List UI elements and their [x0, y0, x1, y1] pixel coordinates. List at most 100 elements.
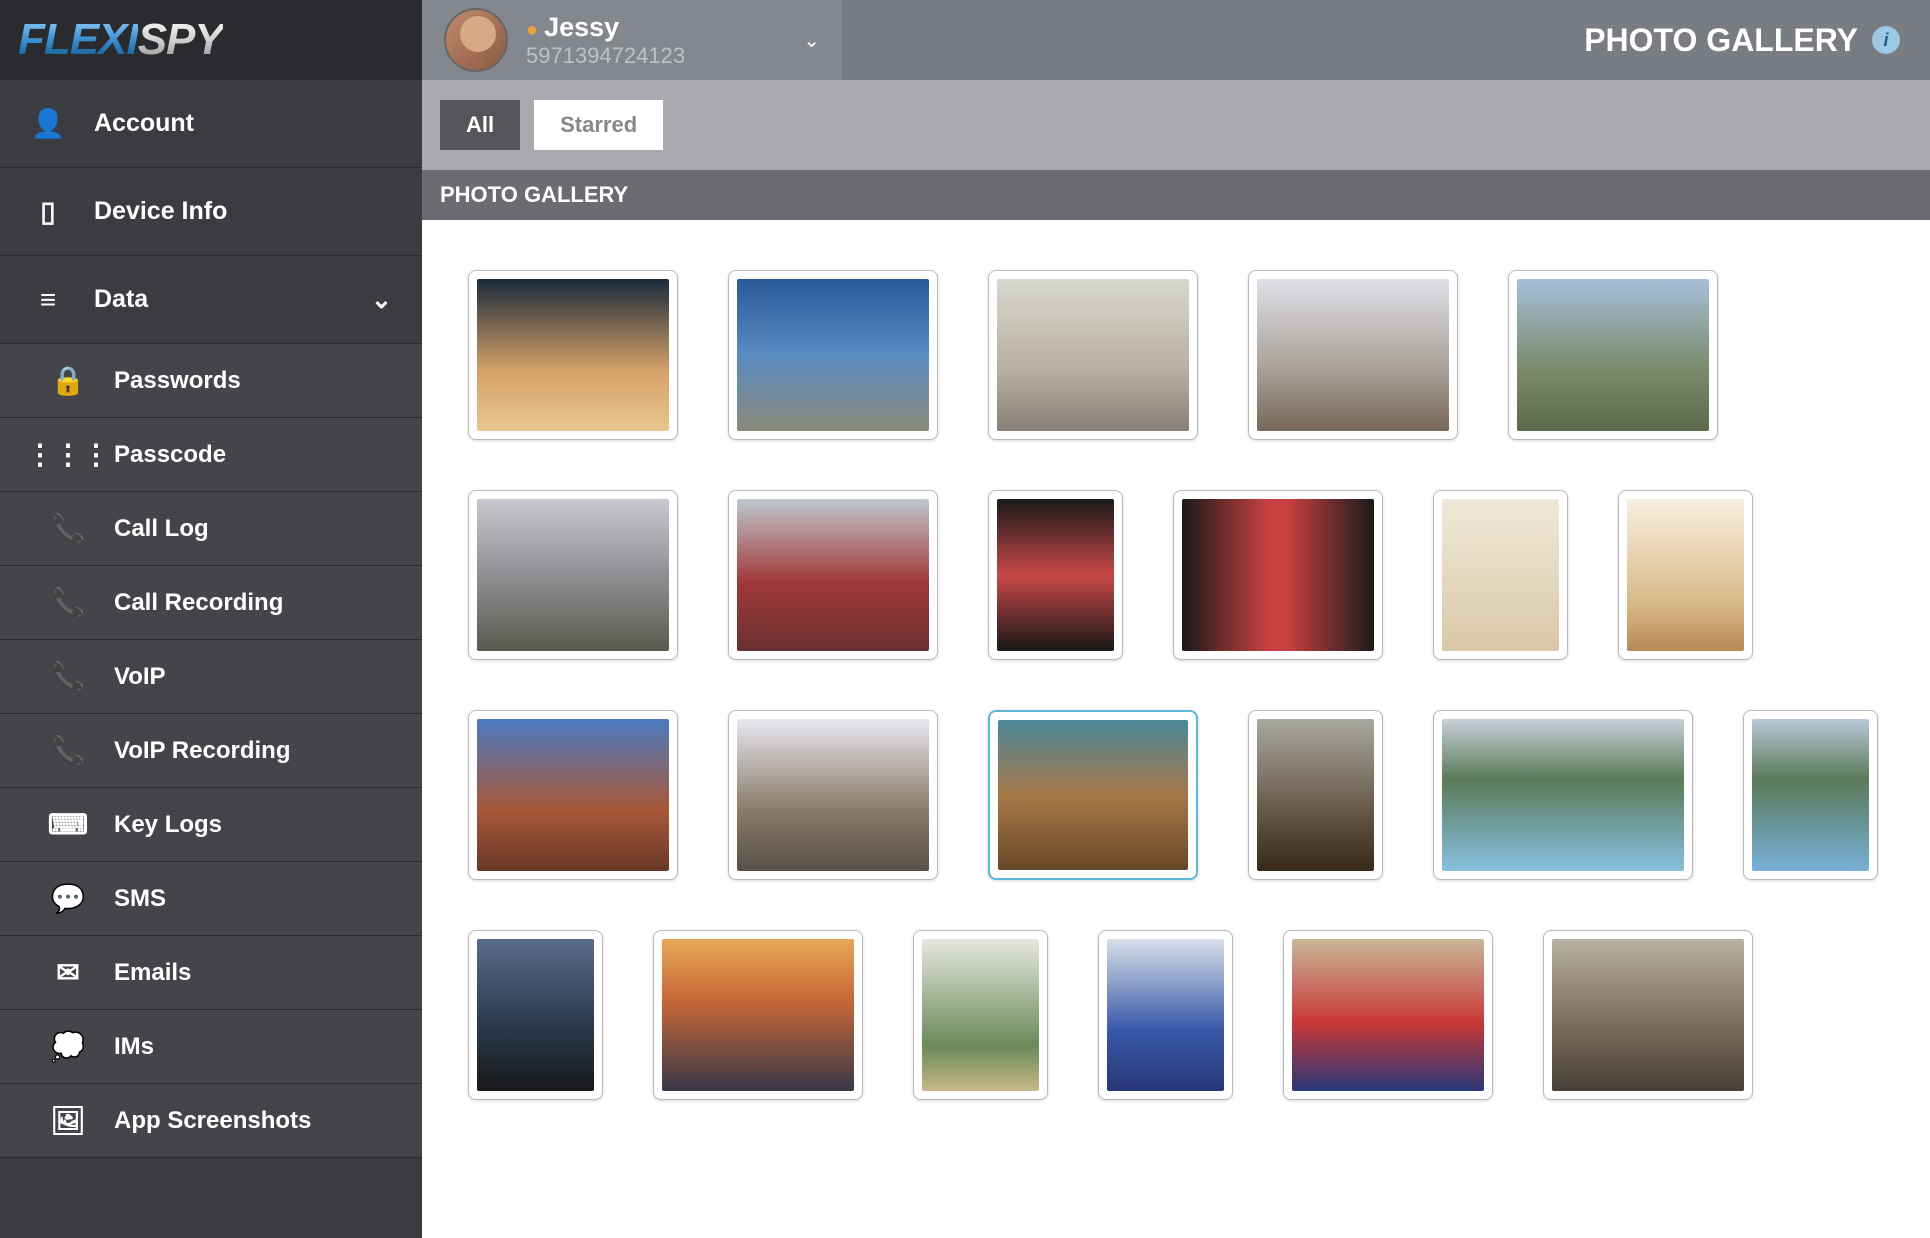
photo-thumb[interactable] — [468, 930, 603, 1100]
chevron-down-icon: ⌄ — [371, 285, 392, 315]
nav-label: Device Info — [94, 197, 227, 226]
photo-thumb[interactable] — [1098, 930, 1233, 1100]
photo-thumb[interactable] — [1248, 270, 1458, 440]
nav-sub-sms[interactable]: 💬SMS — [0, 862, 422, 936]
page-title: PHOTO GALLERY i — [1584, 22, 1930, 59]
logo[interactable]: FLEXISPY — [0, 0, 422, 80]
nav-sub-passwords[interactable]: 🔒 Passwords — [0, 344, 422, 418]
photo-thumb[interactable] — [653, 930, 863, 1100]
grid-icon: ⋮⋮⋮ — [50, 438, 86, 471]
photo-thumb[interactable] — [728, 710, 938, 880]
photo-thumb[interactable] — [913, 930, 1048, 1100]
user-icon: 👤 — [30, 107, 66, 140]
nav-sub-voip[interactable]: 📞VoIP — [0, 640, 422, 714]
im-icon: 💭 — [50, 1030, 86, 1063]
photo-image — [922, 939, 1039, 1091]
photo-thumb[interactable] — [988, 270, 1198, 440]
photo-thumb[interactable] — [468, 710, 678, 880]
logo-text-spy: SPY — [138, 15, 223, 65]
nav-sub-key-logs[interactable]: ⌨Key Logs — [0, 788, 422, 862]
photo-image — [1442, 499, 1559, 651]
photo-thumb[interactable] — [1433, 710, 1693, 880]
photo-image — [1292, 939, 1484, 1091]
photo-image — [1627, 499, 1744, 651]
status-dot-icon: ● — [526, 19, 538, 41]
photo-thumb[interactable] — [988, 490, 1123, 660]
user-switcher[interactable]: ●Jessy 5971394724123 ⌄ — [422, 0, 842, 80]
photo-image — [477, 719, 669, 871]
email-icon: ✉ — [50, 956, 86, 989]
screenshot-icon: 🖼 — [50, 1104, 86, 1137]
photo-image — [477, 499, 669, 651]
device-icon: ▯ — [30, 195, 66, 228]
nav-label: Data — [94, 285, 148, 314]
photo-thumb[interactable] — [728, 490, 938, 660]
nav-label: Account — [94, 109, 194, 138]
chevron-down-icon: ⌄ — [803, 28, 820, 53]
nav-label: IMs — [114, 1033, 154, 1061]
nav-sub-passcode[interactable]: ⋮⋮⋮ Passcode — [0, 418, 422, 492]
lock-icon: 🔒 — [50, 364, 86, 397]
avatar — [444, 8, 508, 72]
photo-thumb[interactable] — [1743, 710, 1878, 880]
tab-starred[interactable]: Starred — [534, 100, 663, 150]
photo-thumb[interactable] — [1283, 930, 1493, 1100]
tab-all[interactable]: All — [440, 100, 520, 150]
nav-account[interactable]: 👤 Account — [0, 80, 422, 168]
nav-device-info[interactable]: ▯ Device Info — [0, 168, 422, 256]
photo-thumb[interactable] — [468, 490, 678, 660]
photo-thumb[interactable] — [1508, 270, 1718, 440]
photo-thumb[interactable] — [1248, 710, 1383, 880]
photo-thumb[interactable] — [988, 710, 1198, 880]
nav-sub-ims[interactable]: 💭 IMs — [0, 1010, 422, 1084]
photo-image — [737, 499, 929, 651]
info-icon[interactable]: i — [1872, 26, 1900, 54]
photo-image — [737, 719, 929, 871]
photo-image — [477, 939, 594, 1091]
nav-label: SMS — [114, 885, 166, 913]
tab-bar: All Starred — [422, 80, 1930, 170]
photo-thumb[interactable] — [1618, 490, 1753, 660]
photo-image — [998, 720, 1188, 870]
nav-sub-emails[interactable]: ✉ Emails — [0, 936, 422, 1010]
main-area: ●Jessy 5971394724123 ⌄ PHOTO GALLERY i A… — [422, 0, 1930, 1238]
photo-image — [1257, 279, 1449, 431]
photo-thumb[interactable] — [1173, 490, 1383, 660]
nav-data[interactable]: ≡Data⌄ — [0, 256, 422, 344]
keyboard-icon: ⌨ — [50, 808, 86, 841]
nav-sub-app-screenshots[interactable]: 🖼 App Screenshots — [0, 1084, 422, 1158]
nav-label: Passcode — [114, 441, 226, 469]
nav-sub-call-log[interactable]: 📞 Call Log — [0, 492, 422, 566]
record-icon: 📞 — [50, 586, 86, 619]
gallery[interactable] — [422, 220, 1930, 1238]
nav-label: Call Log — [114, 515, 209, 543]
nav-sub-voip-recording[interactable]: 📞 VoIP Recording — [0, 714, 422, 788]
nav-label: Emails — [114, 959, 191, 987]
nav-label: Passwords — [114, 367, 241, 395]
photo-image — [1182, 499, 1374, 651]
voip-rec-icon: 📞 — [50, 734, 86, 767]
nav-sub-call-recording[interactable]: 📞 Call Recording — [0, 566, 422, 640]
photo-image — [1257, 719, 1374, 871]
phone-icon: 📞 — [50, 512, 86, 545]
photo-image — [477, 279, 669, 431]
nav-label: App Screenshots — [114, 1107, 311, 1135]
photo-image — [1442, 719, 1684, 871]
photo-image — [997, 499, 1114, 651]
photo-thumb[interactable] — [1433, 490, 1568, 660]
photo-image — [1107, 939, 1224, 1091]
photo-image — [1552, 939, 1744, 1091]
photo-image — [662, 939, 854, 1091]
photo-image — [1517, 279, 1709, 431]
nav-label: Call Recording — [114, 589, 283, 617]
photo-image — [1752, 719, 1869, 871]
photo-thumb[interactable] — [728, 270, 938, 440]
nav-label: VoIP — [114, 663, 166, 691]
photo-image — [737, 279, 929, 431]
user-name: ●Jessy — [526, 12, 685, 43]
logo-text-flexi: FLEXI — [18, 15, 138, 65]
nav-label: VoIP Recording — [114, 737, 290, 765]
photo-thumb[interactable] — [468, 270, 678, 440]
photo-image — [997, 279, 1189, 431]
photo-thumb[interactable] — [1543, 930, 1753, 1100]
